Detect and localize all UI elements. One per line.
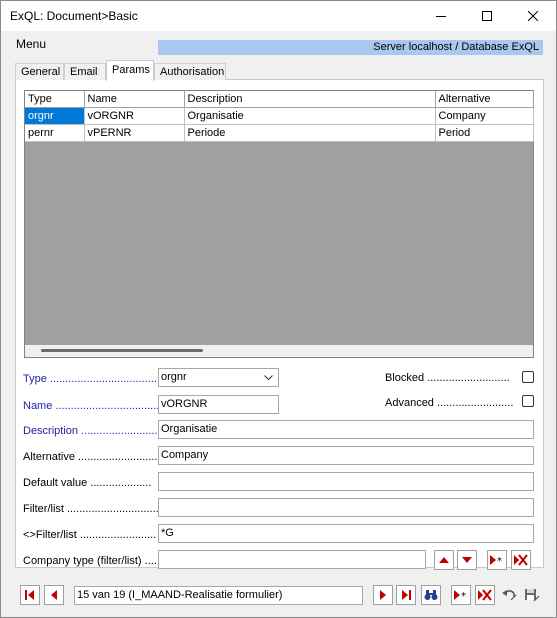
application-window: ExQL: Document>Basic Menu Server localho… [0,0,557,618]
delete-item-button[interactable] [511,550,531,570]
minimize-icon [436,16,446,17]
server-info-text: Server localhost / Database ExQL [373,41,539,53]
description-field[interactable]: Organisatie [158,420,534,439]
type-select-value: orgnr [161,371,187,383]
alternative-label: Alternative .......................... [23,451,158,463]
cell-alternative[interactable]: Period [435,124,534,142]
description-label: Description ......................... [23,425,158,437]
last-record-icon [402,590,411,600]
record-position-field: 15 van 19 (I_MAAND-Realisatie formulier) [74,586,363,605]
search-button[interactable] [421,585,441,605]
svg-text:*: * [497,556,502,565]
tab-authorisation[interactable]: Authorisation [154,63,226,80]
params-table: Type Name Description Alternative orgnr … [25,91,534,142]
advanced-label: Advanced ......................... [385,397,514,409]
triangle-down-icon [462,557,472,563]
title-bar: ExQL: Document>Basic [1,1,556,31]
blocked-checkbox[interactable] [522,371,534,383]
delete-record-icon [478,589,492,601]
cell-type[interactable]: pernr [25,124,85,142]
new-record-icon: * [490,555,502,565]
scrollbar-thumb[interactable] [41,349,203,352]
table-row[interactable]: pernr vPERNR Periode Period [25,124,534,142]
previous-record-button[interactable] [44,585,64,605]
previous-record-icon [51,590,57,600]
delete-record-button[interactable] [475,585,495,605]
cell-alternative[interactable]: Company [435,107,534,125]
not-filter-list-label: <>Filter/list ......................... [23,529,157,541]
name-field[interactable]: vORGNR [158,395,279,414]
column-header-name[interactable]: Name [84,91,185,108]
minimize-button[interactable] [418,1,464,31]
cell-type[interactable]: orgnr [25,107,85,125]
delete-record-icon [514,554,528,566]
save-button[interactable] [522,585,542,605]
filter-list-field[interactable] [158,498,534,517]
new-record-button[interactable]: * [451,585,471,605]
tab-general[interactable]: General [15,63,64,80]
column-header-description[interactable]: Description [184,91,436,108]
save-icon [525,589,540,602]
maximize-icon [482,11,492,21]
maximize-button[interactable] [464,1,510,31]
default-value-field[interactable] [158,472,534,491]
tab-email[interactable]: Email [64,63,106,80]
params-grid[interactable]: Type Name Description Alternative orgnr … [24,90,534,358]
triangle-up-icon [439,557,449,563]
default-value-label: Default value .................... [23,477,152,489]
new-record-icon: * [454,590,466,600]
svg-text:*: * [461,591,466,600]
next-record-icon [380,590,386,600]
alternative-field[interactable]: Company [158,446,534,465]
close-button[interactable] [510,1,556,31]
first-record-button[interactable] [20,585,40,605]
move-up-button[interactable] [434,550,454,570]
company-type-field[interactable] [158,550,426,569]
cell-description[interactable]: Periode [184,124,436,142]
blocked-label: Blocked ........................... [385,372,510,384]
next-record-button[interactable] [373,585,393,605]
table-row[interactable]: orgnr vORGNR Organisatie Company [25,107,534,125]
add-item-button[interactable]: * [487,550,507,570]
type-label: Type ...................................… [23,373,160,385]
undo-icon [502,590,517,601]
column-header-alternative[interactable]: Alternative [435,91,534,108]
binoculars-icon [424,590,438,600]
company-type-label: Company type (filter/list) .... [23,555,157,567]
cell-description[interactable]: Organisatie [184,107,436,125]
chevron-down-icon [264,375,273,381]
column-header-type[interactable]: Type [25,91,85,108]
window-title: ExQL: Document>Basic [10,9,138,23]
tab-params[interactable]: Params [106,60,154,81]
move-down-button[interactable] [457,550,477,570]
undo-button[interactable] [500,585,520,605]
menu-item-menu[interactable]: Menu [16,37,46,51]
not-filter-list-field[interactable]: *G [158,524,534,543]
horizontal-scrollbar[interactable] [25,345,533,357]
server-banner: Server localhost / Database ExQL [158,40,543,55]
close-icon [528,11,538,21]
cell-name[interactable]: vPERNR [84,124,185,142]
advanced-checkbox[interactable] [522,395,534,407]
first-record-icon [25,590,34,600]
record-position-text: 15 van 19 (I_MAAND-Realisatie formulier) [77,589,283,601]
cell-name[interactable]: vORGNR [84,107,185,125]
table-header-row: Type Name Description Alternative [25,91,534,108]
last-record-button[interactable] [396,585,416,605]
type-select[interactable]: orgnr [158,368,279,387]
name-label: Name ................................... [23,400,163,412]
filter-list-label: Filter/list ............................… [23,503,162,515]
